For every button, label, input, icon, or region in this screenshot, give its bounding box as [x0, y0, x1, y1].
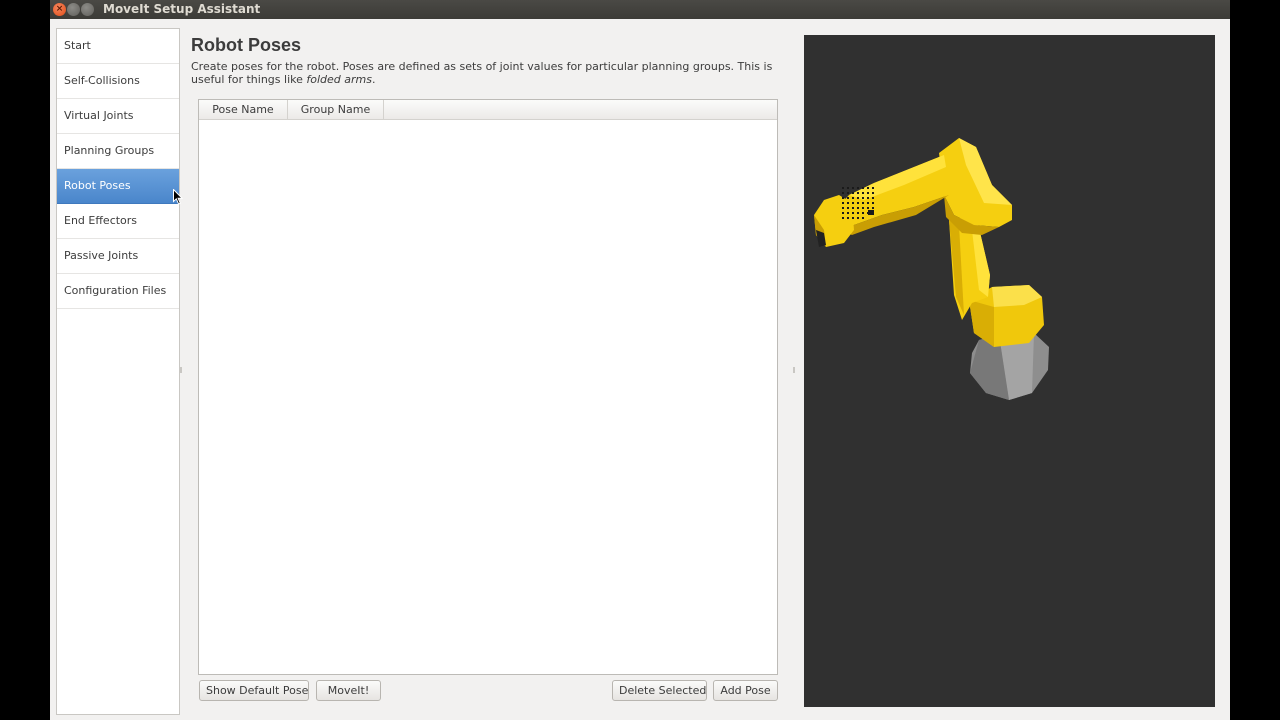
sidebar-item-passive-joints[interactable]: Passive Joints: [57, 239, 179, 274]
main-content: Robot Poses Create poses for the robot. …: [191, 35, 791, 86]
sidebar-item-configuration-files[interactable]: Configuration Files: [57, 274, 179, 309]
robot-arm-model: [814, 138, 1049, 400]
add-pose-button[interactable]: Add Pose: [713, 680, 778, 701]
moveit-button[interactable]: MoveIt!: [316, 680, 381, 701]
description-suffix: .: [371, 73, 376, 86]
robot-viewport[interactable]: [804, 35, 1215, 707]
right-splitter-handle[interactable]: [793, 367, 795, 373]
window-title: MoveIt Setup Assistant: [103, 2, 261, 16]
left-splitter-handle[interactable]: [180, 367, 182, 373]
column-header-pose-name[interactable]: Pose Name: [199, 100, 288, 120]
app-window: × MoveIt Setup Assistant Start Self-Coll…: [50, 0, 1230, 720]
title-bar: × MoveIt Setup Assistant: [50, 0, 1230, 19]
sidebar-item-planning-groups[interactable]: Planning Groups: [57, 134, 179, 169]
description-text: Create poses for the robot. Poses are de…: [191, 60, 773, 86]
sidebar-item-self-collisions[interactable]: Self-Collisions: [57, 64, 179, 99]
sidebar-item-start[interactable]: Start: [57, 29, 179, 64]
delete-selected-button[interactable]: Delete Selected: [612, 680, 707, 701]
table-header: Pose Name Group Name: [199, 100, 777, 120]
page-description: Create poses for the robot. Poses are de…: [191, 60, 781, 86]
close-window-icon[interactable]: ×: [53, 3, 66, 16]
show-default-pose-button[interactable]: Show Default Pose: [199, 680, 309, 701]
page-title: Robot Poses: [191, 35, 302, 55]
sidebar-item-robot-poses[interactable]: Robot Poses: [57, 169, 179, 204]
column-header-group-name[interactable]: Group Name: [288, 100, 384, 120]
sidebar-item-virtual-joints[interactable]: Virtual Joints: [57, 99, 179, 134]
minimize-window-icon[interactable]: [67, 3, 80, 16]
sidebar-item-end-effectors[interactable]: End Effectors: [57, 204, 179, 239]
poses-table[interactable]: Pose Name Group Name: [198, 99, 778, 675]
maximize-window-icon[interactable]: [81, 3, 94, 16]
description-emphasis: folded arms: [306, 73, 372, 86]
mouse-pointer-icon: [173, 189, 183, 205]
sidebar-nav: Start Self-Collisions Virtual Joints Pla…: [56, 28, 180, 715]
